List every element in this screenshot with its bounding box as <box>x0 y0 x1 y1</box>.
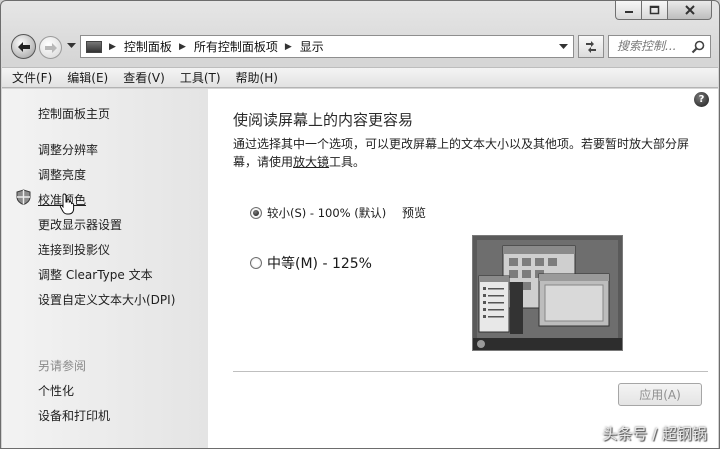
forward-button[interactable] <box>39 36 62 59</box>
content-area: 控制面板主页 调整分辨率 调整亮度 校准颜色 更改显示器设置 连接到投影仪 调整… <box>2 89 718 448</box>
sidebar-link-adjust-resolution[interactable]: 调整分辨率 <box>38 141 98 158</box>
menu-file[interactable]: 文件(F) <box>12 69 52 86</box>
control-panel-icon <box>86 40 102 53</box>
page-title: 使阅读屏幕上的内容更容易 <box>233 111 414 129</box>
control-panel-window: ▶ 控制面板 ▶ 所有控制面板项 ▶ 显示 搜索控制... 文件(F) 编辑(E… <box>0 0 720 449</box>
refresh-icon <box>586 40 596 53</box>
search-placeholder: 搜索控制... <box>617 39 677 53</box>
radio-option-medium[interactable]: 中等(M) - 125% <box>250 253 372 273</box>
close-icon <box>684 5 695 15</box>
arrow-right-icon <box>44 42 57 53</box>
arrow-left-icon <box>17 41 30 52</box>
divider <box>233 371 708 372</box>
breadcrumb-display[interactable]: 显示 <box>300 38 324 55</box>
breadcrumb-separator-icon[interactable]: ▶ <box>285 42 292 52</box>
radio-label-smaller: 较小(S) - 100% (默认) <box>267 206 387 220</box>
sidebar-link-personalization[interactable]: 个性化 <box>38 382 74 399</box>
back-button[interactable] <box>11 34 36 59</box>
radio-button-smaller[interactable] <box>250 207 262 219</box>
sidebar-link-cleartype[interactable]: 调整 ClearType 文本 <box>38 266 153 283</box>
navigation-bar: ▶ 控制面板 ▶ 所有控制面板项 ▶ 显示 搜索控制... <box>1 32 719 62</box>
radio-button-medium[interactable] <box>250 257 262 269</box>
breadcrumb-control-panel[interactable]: 控制面板 <box>124 38 172 55</box>
menu-tools[interactable]: 工具(T) <box>180 69 221 86</box>
desktop-preview-icon <box>473 236 622 350</box>
search-input[interactable]: 搜索控制... <box>608 35 711 58</box>
see-also-heading: 另请参阅 <box>38 359 87 373</box>
sidebar-link-connect-projector[interactable]: 连接到投影仪 <box>38 241 110 258</box>
sidebar-link-adjust-brightness[interactable]: 调整亮度 <box>38 166 86 183</box>
address-bar[interactable]: ▶ 控制面板 ▶ 所有控制面板项 ▶ 显示 <box>80 35 574 58</box>
breadcrumb-separator-icon[interactable]: ▶ <box>109 42 116 52</box>
sidebar: 控制面板主页 调整分辨率 调整亮度 校准颜色 更改显示器设置 连接到投影仪 调整… <box>2 89 208 448</box>
recent-pages-dropdown-icon[interactable] <box>67 43 76 49</box>
maximize-icon <box>649 5 660 15</box>
breadcrumb-separator-icon[interactable]: ▶ <box>179 42 186 52</box>
search-icon[interactable] <box>691 40 705 54</box>
sidebar-link-change-display-settings[interactable]: 更改显示器设置 <box>38 216 122 233</box>
menu-help[interactable]: 帮助(H) <box>236 69 278 86</box>
hand-cursor-icon <box>59 193 75 215</box>
maximize-button[interactable] <box>642 1 668 20</box>
magnifier-link[interactable]: 放大镜 <box>293 155 329 169</box>
apply-button[interactable]: 应用(A) <box>618 383 702 406</box>
sidebar-link-control-panel-home[interactable]: 控制面板主页 <box>38 105 110 122</box>
address-dropdown-icon[interactable] <box>559 44 568 50</box>
breadcrumb-all-items[interactable]: 所有控制面板项 <box>194 38 278 55</box>
menu-view[interactable]: 查看(V) <box>123 69 165 86</box>
description-text-end: 工具。 <box>329 155 366 169</box>
preview-label: 预览 <box>402 206 427 220</box>
minimize-icon <box>624 11 633 13</box>
refresh-button[interactable] <box>578 35 604 58</box>
sidebar-link-custom-dpi[interactable]: 设置自定义文本大小(DPI) <box>38 291 175 308</box>
preview-image <box>472 235 623 351</box>
radio-label-medium: 中等(M) - 125% <box>267 256 372 272</box>
sidebar-link-devices-printers[interactable]: 设备和打印机 <box>38 407 110 424</box>
menu-bar: 文件(F) 编辑(E) 查看(V) 工具(T) 帮助(H) <box>2 67 718 88</box>
minimize-button[interactable] <box>615 1 642 20</box>
help-icon[interactable]: ? <box>694 92 709 107</box>
radio-option-smaller[interactable]: 较小(S) - 100% (默认) <box>250 205 386 221</box>
close-button[interactable] <box>668 1 712 20</box>
watermark-text: 头条号 / 超钢锅 <box>602 425 707 443</box>
main-panel: ? 使阅读屏幕上的内容更容易 通过选择其中一个选项，可以更改屏幕上的文本大小以及… <box>208 89 718 448</box>
page-description: 通过选择其中一个选项，可以更改屏幕上的文本大小以及其他项。若要暂时放大部分屏幕，… <box>233 135 698 171</box>
caption-buttons <box>615 1 712 21</box>
shield-icon <box>16 189 31 205</box>
menu-edit[interactable]: 编辑(E) <box>67 69 108 86</box>
